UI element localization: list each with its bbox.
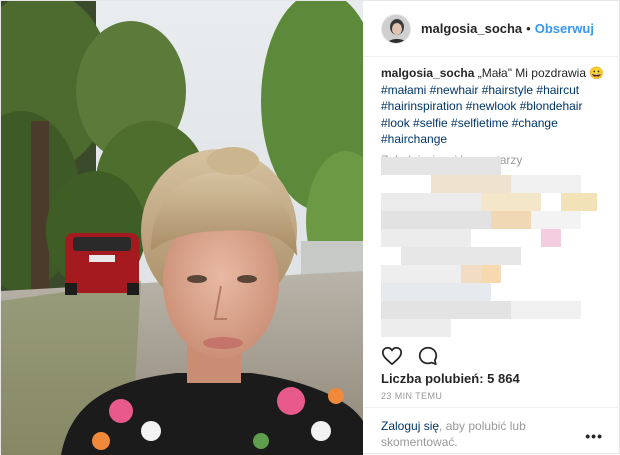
- comment-icon[interactable]: [417, 345, 439, 369]
- follow-button[interactable]: Obserwuj: [535, 21, 594, 36]
- instagram-post: malgosia_socha • Obserwuj malgosia_socha…: [0, 0, 620, 455]
- login-link[interactable]: Zaloguj się: [381, 419, 439, 433]
- likes-count[interactable]: Liczba polubień: 5 864: [381, 371, 520, 386]
- post-header: malgosia_socha • Obserwuj: [363, 1, 620, 57]
- more-options-icon[interactable]: •••: [585, 428, 603, 444]
- avatar[interactable]: [381, 13, 411, 44]
- post-photo[interactable]: [1, 1, 363, 455]
- header-separator: •: [526, 21, 531, 36]
- caption-username[interactable]: malgosia_socha: [381, 66, 474, 80]
- post-actions: [381, 345, 439, 369]
- post-sidebar: malgosia_socha • Obserwuj malgosia_socha…: [363, 1, 620, 455]
- blurred-comments: [381, 157, 597, 337]
- comments-section: malgosia_socha „Mała" Mi pozdrawia 😀 #ma…: [381, 65, 607, 337]
- heart-icon[interactable]: [381, 345, 403, 369]
- post-timestamp: 23 MIN TEMU: [381, 391, 443, 401]
- caption-text: „Mała" Mi pozdrawia 😀: [474, 66, 605, 80]
- login-prompt: Zaloguj się, aby polubić lub skomentować…: [363, 407, 620, 455]
- caption-hashtags[interactable]: #małami #newhair #hairstyle #haircut #ha…: [381, 83, 582, 147]
- header-username[interactable]: malgosia_socha: [421, 21, 522, 36]
- caption: malgosia_socha „Mała" Mi pozdrawia 😀 #ma…: [381, 65, 607, 148]
